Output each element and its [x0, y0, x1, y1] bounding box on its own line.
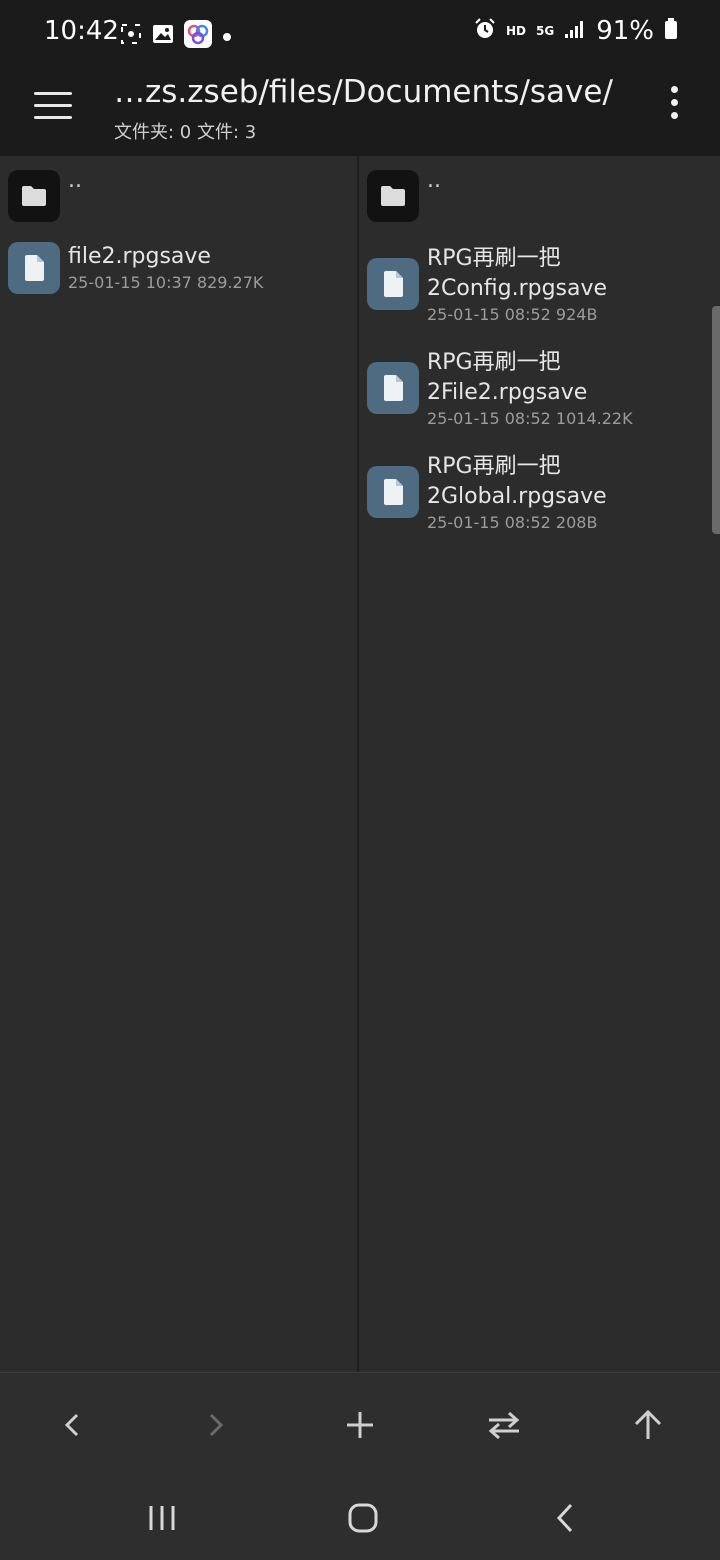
left-pane[interactable]: .. file2.rpgsave 25-01-15 10:37 829.27K [0, 156, 359, 1372]
file-name-line2: 2Config.rpgsave [427, 276, 608, 301]
file-meta: 25-01-15 10:37 829.27K [68, 273, 264, 292]
file-icon [367, 362, 419, 414]
file-name-line1: RPG再刷一把 [427, 246, 561, 271]
status-right: HD 5G 91% [474, 16, 678, 46]
file-icon [367, 466, 419, 518]
app-bar: …zs.zseb/files/Documents/save/ 文件夹: 0 文件… [0, 66, 720, 156]
app-icon [184, 20, 212, 52]
hd-icon: HD [505, 24, 526, 38]
current-path: …zs.zseb/files/Documents/save/ [114, 74, 613, 110]
menu-icon[interactable] [34, 92, 72, 120]
add-icon[interactable] [338, 1403, 382, 1447]
right-pane[interactable]: .. RPG再刷一把 2Config.rpgsave 25-01-15 08:5… [359, 156, 720, 1372]
home-icon[interactable] [338, 1496, 388, 1540]
battery-icon [664, 18, 678, 44]
file-meta: 25-01-15 08:52 924B [427, 305, 598, 324]
scrollbar[interactable] [712, 306, 720, 534]
file-row[interactable]: file2.rpgsave 25-01-15 10:37 829.27K [8, 242, 263, 294]
parent-folder-row[interactable]: .. [8, 170, 82, 222]
status-left-icons [120, 20, 232, 52]
file-row[interactable]: RPG再刷一把 2Config.rpgsave 25-01-15 08:52 9… [367, 244, 607, 326]
file-icon [8, 242, 60, 294]
file-meta: 25-01-15 08:52 1014.22K [427, 409, 633, 428]
up-arrow-icon[interactable] [626, 1403, 670, 1447]
file-name-line2: 2File2.rpgsave [427, 380, 588, 405]
bottom-toolbar [0, 1372, 720, 1472]
file-row[interactable]: RPG再刷一把 2File2.rpgsave 25-01-15 08:52 10… [367, 348, 633, 430]
notification-dot-icon [222, 27, 232, 46]
gallery-icon [152, 23, 174, 49]
recents-icon[interactable] [137, 1496, 187, 1540]
file-icon [367, 258, 419, 310]
file-meta: 25-01-15 08:52 208B [427, 513, 598, 532]
more-options-icon[interactable] [666, 86, 682, 126]
parent-folder-label: .. [427, 168, 441, 193]
status-bar: 10:42 HD 5G 91% [0, 0, 720, 66]
folder-icon [367, 170, 419, 222]
back-icon[interactable] [540, 1496, 590, 1540]
file-name-line2: 2Global.rpgsave [427, 484, 607, 509]
parent-folder-label: .. [68, 168, 82, 193]
system-nav-bar [0, 1472, 720, 1560]
status-time: 10:42 [44, 16, 119, 46]
parent-folder-row[interactable]: .. [367, 170, 441, 222]
file-name-line1: RPG再刷一把 [427, 350, 561, 375]
file-name-line1: RPG再刷一把 [427, 454, 561, 479]
signal-icon [564, 19, 586, 43]
battery-percent: 91% [596, 16, 654, 46]
folder-icon [8, 170, 60, 222]
5g-icon: 5G [536, 24, 555, 38]
swap-icon[interactable] [482, 1403, 526, 1447]
file-row[interactable]: RPG再刷一把 2Global.rpgsave 25-01-15 08:52 2… [367, 452, 607, 534]
screenshot-icon [120, 23, 142, 49]
dual-pane-container: .. file2.rpgsave 25-01-15 10:37 829.27K … [0, 156, 720, 1372]
alarm-icon [474, 18, 496, 44]
item-counts: 文件夹: 0 文件: 3 [114, 122, 257, 143]
file-name: file2.rpgsave [68, 244, 211, 269]
forward-icon[interactable] [194, 1403, 238, 1447]
back-icon[interactable] [50, 1403, 94, 1447]
